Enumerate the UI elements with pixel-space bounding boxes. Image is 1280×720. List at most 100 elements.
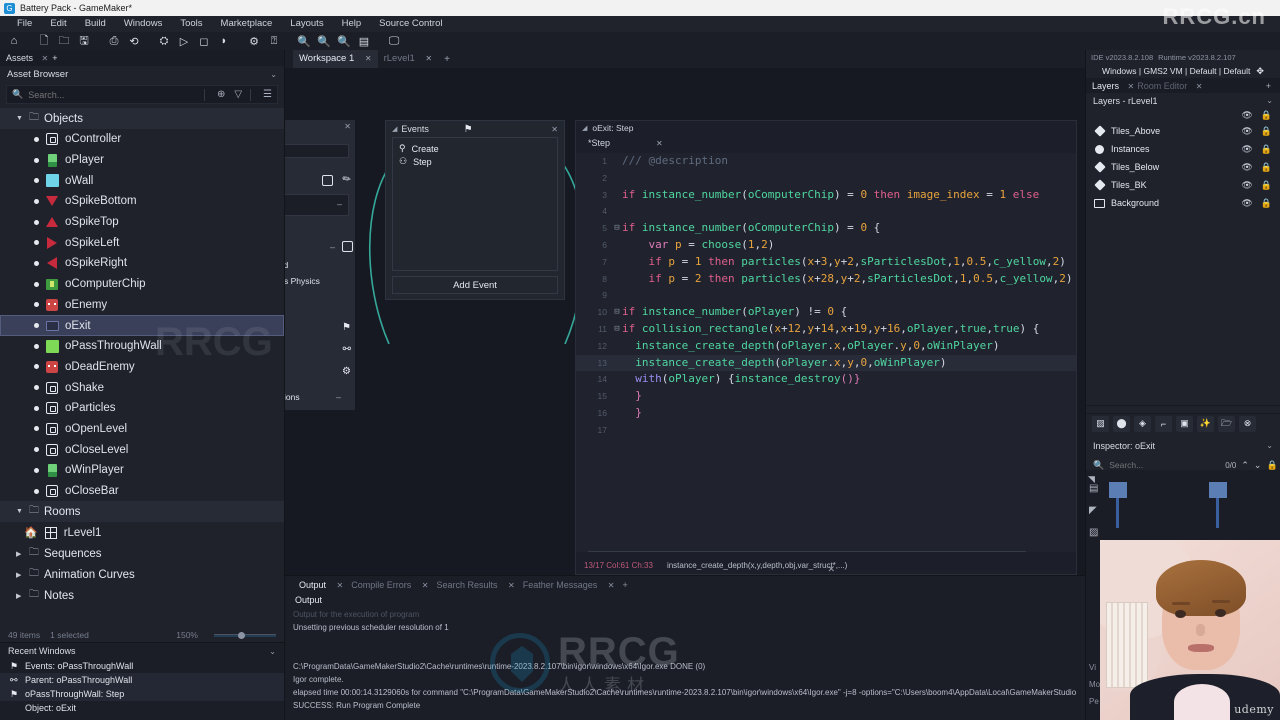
- menu-edit[interactable]: Edit: [41, 16, 75, 32]
- run-icon[interactable]: ▷: [174, 32, 194, 50]
- eye-icon[interactable]: 👁: [1241, 198, 1252, 209]
- close-icon[interactable]: ✕: [42, 54, 49, 63]
- tab-rlevel1[interactable]: rLevel1 ✕: [378, 50, 439, 68]
- tree-folder-rooms[interactable]: ▼ 🗀 Rooms: [0, 501, 284, 523]
- chevron-down-icon[interactable]: ⌄: [1266, 96, 1273, 105]
- menu-marketplace[interactable]: Marketplace: [212, 16, 282, 32]
- layer-row-tiles-above[interactable]: Tiles_Above 👁 🔒: [1086, 122, 1280, 140]
- layer-row-tiles-bk[interactable]: Tiles_BK 👁 🔒: [1086, 176, 1280, 194]
- recent-window-item[interactable]: Object: oExit: [0, 701, 284, 715]
- tab-workspace-1[interactable]: Workspace 1 ✕: [293, 50, 378, 68]
- fold-toggle-icon[interactable]: ⊟: [612, 304, 622, 321]
- recent-window-item[interactable]: ⚯ Parent: oPassThroughWall: [0, 673, 284, 687]
- tab-room-editor[interactable]: Room Editor ✕: [1137, 81, 1202, 91]
- background-tool-icon[interactable]: ▨: [1092, 415, 1109, 432]
- code-text-area[interactable]: 1 /// @description 2 3 if instance_number(oC…: [576, 153, 1076, 552]
- lock-icon[interactable]: 🔒: [1261, 198, 1272, 209]
- lock-icon[interactable]: 🔒: [1261, 110, 1272, 121]
- close-icon[interactable]: ✕: [1196, 82, 1203, 91]
- tab-assets[interactable]: Assets ✕: [6, 53, 48, 63]
- chart-icon[interactable]: ◤: [1089, 500, 1098, 522]
- menu-layouts[interactable]: Layouts: [281, 16, 332, 32]
- tree-item-rlevel1[interactable]: 🏠 rLevel1: [0, 522, 284, 543]
- zoom-in-icon[interactable]: 🔍: [294, 32, 314, 50]
- zoom-out-icon[interactable]: 🔍: [314, 32, 334, 50]
- tree-folder-sequences[interactable]: ▶ 🗀 Sequences: [0, 543, 284, 564]
- lock-icon[interactable]: 🔒: [1261, 126, 1272, 137]
- gear-icon[interactable]: ⚙: [342, 366, 351, 377]
- debug-icon[interactable]: ⛭: [154, 32, 174, 50]
- layer-row-tiles-below[interactable]: Tiles_Below 👁 🔒: [1086, 158, 1280, 176]
- inspector-search-input[interactable]: [1109, 460, 1221, 470]
- close-icon[interactable]: ✕: [425, 54, 432, 63]
- eye-icon[interactable]: 👁: [1241, 126, 1252, 137]
- display-icon[interactable]: 🖵: [384, 32, 404, 50]
- eye-icon[interactable]: 👁: [1241, 110, 1252, 121]
- tab-feather-messages[interactable]: Feather Messages ✕: [519, 580, 619, 590]
- tree-item-oparticles[interactable]: oParticles: [0, 398, 284, 419]
- zoom-reset-icon[interactable]: 🔍: [334, 32, 354, 50]
- tree-item-oopenlevel[interactable]: oOpenLevel: [0, 419, 284, 440]
- events-flag-icon[interactable]: ⚑: [342, 322, 351, 333]
- menu-source-control[interactable]: Source Control: [370, 16, 451, 32]
- lock-icon[interactable]: 🔒: [1266, 460, 1277, 471]
- eye-icon[interactable]: 👁: [1241, 162, 1252, 173]
- instance-tool-icon[interactable]: ⬤: [1113, 415, 1130, 432]
- add-right-tab-button[interactable]: +: [1266, 81, 1277, 91]
- chevron-down-icon[interactable]: ⌄: [1254, 460, 1262, 471]
- menu-build[interactable]: Build: [76, 16, 115, 32]
- chevron-down-icon[interactable]: ⌄: [269, 647, 276, 656]
- close-icon[interactable]: ✕: [827, 564, 835, 575]
- eye-icon[interactable]: 👁: [1241, 144, 1252, 155]
- event-item-create[interactable]: ⚲ Create: [399, 142, 551, 155]
- stop-icon[interactable]: ◻: [194, 32, 214, 50]
- chevron-down-icon[interactable]: ⌄: [270, 70, 277, 79]
- clean-icon[interactable]: ⟲: [124, 32, 144, 50]
- layer-row-background[interactable]: Background 👁 🔒: [1086, 194, 1280, 212]
- pencil-icon[interactable]: ✎: [340, 173, 353, 187]
- tree-item-owinplayer[interactable]: oWinPlayer: [0, 460, 284, 481]
- lock-icon[interactable]: 🔒: [1261, 180, 1272, 191]
- add-asset-icon[interactable]: ⊕: [217, 89, 225, 100]
- zoom-slider[interactable]: [214, 631, 276, 639]
- close-icon[interactable]: ✕: [656, 139, 663, 148]
- image-icon[interactable]: ▨: [1089, 522, 1098, 544]
- tree-item-oplayer[interactable]: oPlayer: [0, 150, 284, 171]
- collapse-icon[interactable]: ◢: [582, 124, 587, 132]
- settings-icon[interactable]: ⚙: [244, 32, 264, 50]
- menu-tools[interactable]: Tools: [171, 16, 211, 32]
- close-icon[interactable]: ✕: [551, 125, 558, 134]
- add-output-tab-button[interactable]: +: [619, 580, 632, 590]
- close-icon[interactable]: ✕: [422, 581, 429, 590]
- home-icon[interactable]: ⌂: [4, 32, 24, 50]
- delete-layer-icon[interactable]: ⊗: [1239, 415, 1256, 432]
- parent-tree-icon[interactable]: ⚯: [343, 344, 351, 355]
- tree-item-oshake[interactable]: oShake: [0, 377, 284, 398]
- output-log[interactable]: Output for the execution of program Unse…: [285, 608, 1085, 720]
- edit-sprite-icon[interactable]: [322, 175, 333, 186]
- filter-icon[interactable]: ▽: [234, 89, 242, 100]
- menu-help[interactable]: Help: [333, 16, 371, 32]
- path-tool-icon[interactable]: ⌐: [1155, 415, 1172, 432]
- recent-window-item[interactable]: ⚑ Events: oPassThroughWall: [0, 659, 284, 673]
- add-layer-icon[interactable]: ▣: [1176, 415, 1193, 432]
- tree-item-ospikebottom[interactable]: oSpikeBottom: [0, 191, 284, 212]
- open-folder-icon[interactable]: 🗀: [54, 32, 74, 50]
- tree-folder-animation-curves[interactable]: ▶ 🗀 Animation Curves: [0, 564, 284, 585]
- add-event-button[interactable]: Add Event: [392, 276, 558, 294]
- layer-icon[interactable]: ▤: [1089, 478, 1098, 500]
- tab-search-results[interactable]: Search Results ✕: [432, 580, 518, 590]
- chevron-up-icon[interactable]: ⌃: [1241, 460, 1249, 471]
- eye-icon[interactable]: 👁: [1241, 180, 1252, 191]
- tree-item-ospikeleft[interactable]: oSpikeLeft: [0, 232, 284, 253]
- close-icon[interactable]: ✕: [344, 122, 351, 131]
- tree-item-ocomputerchip[interactable]: oComputerChip: [0, 274, 284, 295]
- lock-icon[interactable]: 🔒: [1261, 144, 1272, 155]
- tree-item-ocontroller[interactable]: oController: [0, 129, 284, 150]
- tree-folder-objects[interactable]: ▼ 🗀 Objects: [0, 108, 284, 129]
- new-file-icon[interactable]: 🗋: [34, 32, 54, 50]
- lock-icon[interactable]: 🔒: [1261, 162, 1272, 173]
- add-tab-button[interactable]: +: [52, 53, 57, 63]
- event-item-step[interactable]: ⚇ Step: [399, 155, 551, 168]
- close-icon[interactable]: ✕: [1128, 82, 1135, 91]
